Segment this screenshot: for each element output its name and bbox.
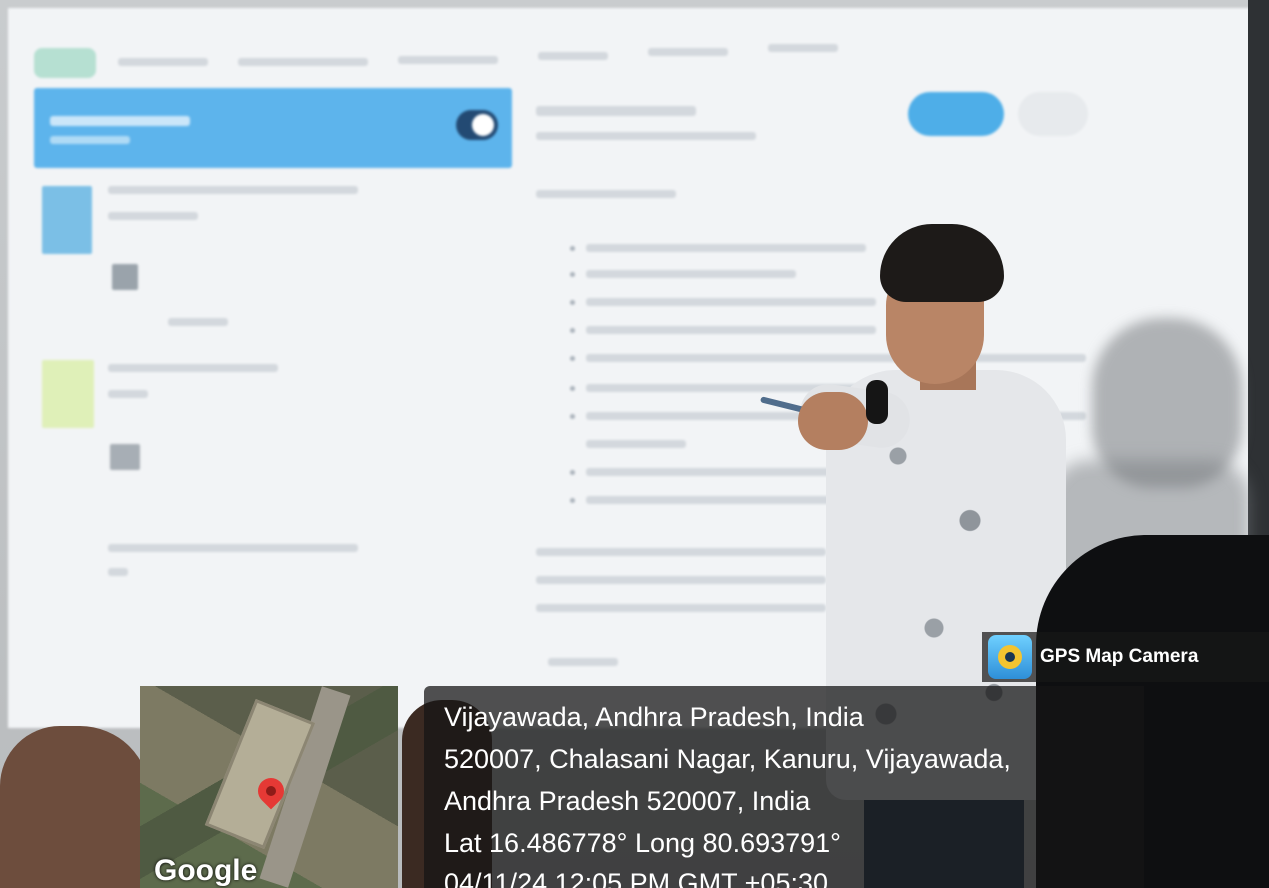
- projected-bullet: [570, 386, 575, 391]
- projected-text: [108, 364, 278, 372]
- google-label: Google: [154, 854, 258, 887]
- projected-job-title: [536, 106, 696, 116]
- projected-text: [108, 390, 148, 398]
- satellite-map-thumbnail: Google: [140, 686, 398, 888]
- projected-menu-bar: [538, 52, 608, 60]
- projected-text: [108, 212, 198, 220]
- projected-text: [50, 136, 130, 144]
- projected-bullet: [570, 470, 575, 475]
- projected-menu-bar: [648, 48, 728, 56]
- projected-text: [108, 544, 358, 552]
- projected-bullet: [570, 246, 575, 251]
- projected-apply-button: [908, 92, 1004, 136]
- presenter-hand: [798, 392, 868, 450]
- location-line1: Vijayawada, Andhra Pradesh, India: [444, 702, 864, 732]
- projected-save-button: [1018, 92, 1088, 136]
- projected-thumbnail: [42, 360, 94, 428]
- projected-menu-bar: [398, 56, 498, 64]
- projected-text: [536, 548, 826, 556]
- audience-head-left: [0, 726, 150, 888]
- projected-toggle: [456, 110, 498, 140]
- projected-text: [536, 190, 676, 198]
- location-info-box: Vijayawada, Andhra Pradesh, India 520007…: [424, 686, 1144, 888]
- projected-bullet: [570, 300, 575, 305]
- projected-menu-bar: [238, 58, 368, 66]
- microphone-icon: [866, 380, 888, 424]
- projected-text: [536, 604, 826, 612]
- projected-text: [168, 318, 228, 326]
- projected-text: [536, 132, 756, 140]
- projected-thumbnail: [42, 186, 92, 254]
- projected-text: [536, 576, 826, 584]
- projected-filter-chip: [34, 48, 96, 78]
- location-coordinates: Lat 16.486778° Long 80.693791°: [444, 828, 841, 858]
- projected-icon: [112, 264, 138, 290]
- location-timestamp: 04/11/24 12:05 PM GMT +05:30: [444, 868, 828, 888]
- presenter-hair: [880, 224, 1004, 302]
- projected-text: [108, 568, 128, 576]
- location-line2: 520007, Chalasani Nagar, Kanuru, Vijayaw…: [444, 744, 1011, 774]
- projected-bullet: [570, 272, 575, 277]
- projected-menu-bar: [768, 44, 838, 52]
- projected-selected-row: [34, 88, 512, 168]
- projected-text: [548, 658, 618, 666]
- location-line3: Andhra Pradesh 520007, India: [444, 786, 811, 816]
- projected-text: [586, 440, 686, 448]
- projected-bullet: [570, 498, 575, 503]
- projected-bullet: [570, 356, 575, 361]
- projected-bullet: [570, 328, 575, 333]
- projected-text: [586, 270, 796, 278]
- projected-text: [108, 186, 358, 194]
- projected-menu-bar: [118, 58, 208, 66]
- projected-icon: [110, 444, 140, 470]
- photo: GPS Map Camera Google Vijayawada, Andhra…: [0, 0, 1269, 888]
- projected-bullet: [570, 414, 575, 419]
- projected-topbar: [8, 8, 1252, 88]
- gps-map-camera-badge: GPS Map Camera: [982, 632, 1269, 682]
- gps-map-camera-logo-icon: [988, 635, 1032, 679]
- gps-badge-label: GPS Map Camera: [1040, 646, 1199, 667]
- projected-text: [50, 116, 190, 126]
